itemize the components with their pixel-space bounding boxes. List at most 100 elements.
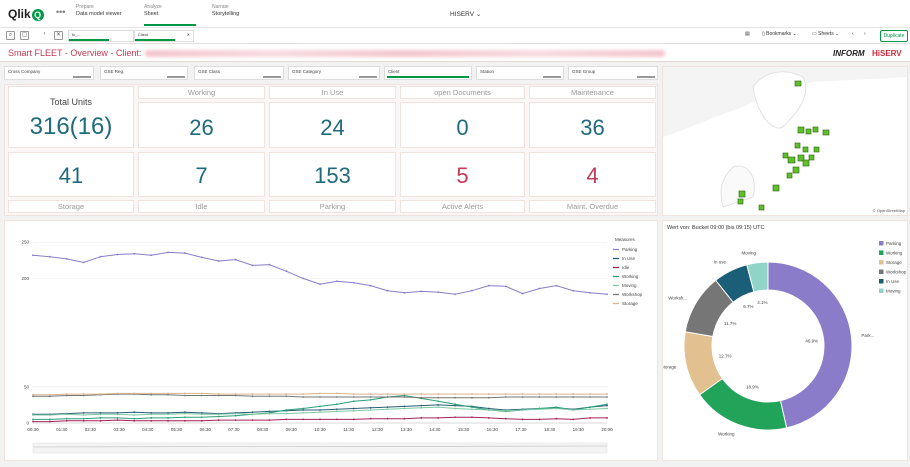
kpi-maintenance[interactable]: 36 bbox=[529, 102, 656, 148]
data-point bbox=[319, 392, 321, 395]
map-marker[interactable] bbox=[787, 156, 796, 164]
map-marker[interactable] bbox=[808, 154, 815, 161]
insights-icon[interactable]: ▤ bbox=[745, 31, 750, 37]
data-point bbox=[538, 418, 541, 421]
map-marker[interactable] bbox=[792, 166, 800, 174]
tab-prepare[interactable]: Prepare Data model viewer bbox=[76, 4, 122, 26]
kpi-working[interactable]: 26 bbox=[138, 102, 265, 148]
donut-chart-panel[interactable]: Wert von: Bucket 09:00 (bis 09:15) UTC 4… bbox=[661, 220, 909, 462]
data-point bbox=[319, 411, 321, 414]
x-tick-label: 00:30 bbox=[27, 427, 39, 432]
x-tick-label: 07:30 bbox=[228, 427, 240, 432]
tab-narrate[interactable]: Narrate Storytelling bbox=[212, 4, 239, 26]
next-sheet-icon[interactable]: › bbox=[864, 31, 866, 37]
app-name-dropdown[interactable]: HISERV ⌄ bbox=[450, 10, 481, 18]
map-marker[interactable] bbox=[758, 204, 765, 211]
data-point bbox=[99, 255, 102, 258]
kpi-idle[interactable]: 7 bbox=[138, 152, 265, 197]
filter-gse-class[interactable]: GSE Class bbox=[194, 66, 284, 80]
kpi-total-units[interactable]: Total Units 316(16) bbox=[8, 86, 134, 148]
data-point bbox=[437, 406, 440, 408]
map-marker[interactable] bbox=[802, 146, 809, 153]
filter-client[interactable]: Client bbox=[384, 66, 472, 80]
data-point bbox=[234, 258, 237, 261]
map-marker[interactable] bbox=[737, 198, 744, 205]
data-point bbox=[403, 291, 406, 294]
kpi-active-alerts[interactable]: 5 bbox=[400, 152, 525, 197]
kpi-in-use[interactable]: 24 bbox=[269, 102, 396, 148]
selection-chip-client[interactable]: Client ✕ bbox=[134, 30, 194, 42]
map-marker[interactable] bbox=[738, 190, 746, 198]
map-marker[interactable] bbox=[797, 126, 805, 134]
map-marker[interactable] bbox=[805, 128, 812, 135]
data-point bbox=[352, 281, 355, 284]
line-chart-panel[interactable]: 0 50 200 250 00:30 01:30 02:30 03:30 04:30 05:30 0… bbox=[4, 220, 658, 461]
range-selector bbox=[32, 442, 608, 454]
kpi-maint-overdue[interactable]: 4 bbox=[529, 152, 656, 197]
data-point bbox=[150, 417, 153, 419]
kpi-value: 41 bbox=[58, 163, 84, 188]
x-tick-label: 06:30 bbox=[200, 427, 212, 432]
data-point bbox=[335, 396, 338, 398]
data-point bbox=[403, 393, 406, 395]
data-point bbox=[521, 418, 524, 421]
map-marker[interactable] bbox=[794, 80, 802, 87]
selections-tool-icon[interactable]: ▢ bbox=[20, 31, 29, 40]
europe-map[interactable] bbox=[663, 67, 908, 216]
map-marker[interactable] bbox=[812, 126, 819, 133]
more-menu-icon[interactable]: ••• bbox=[56, 7, 65, 17]
map-marker[interactable] bbox=[794, 142, 801, 149]
bookmarks-button[interactable]: ▯ Bookmarks ⌄ bbox=[762, 31, 797, 37]
slice-percent-label: 18.9% bbox=[746, 385, 759, 390]
filter-station[interactable]: Station bbox=[476, 66, 564, 80]
tab-analyze[interactable]: Analyze Sheet bbox=[144, 4, 196, 26]
map-marker[interactable] bbox=[802, 159, 810, 167]
map-marker[interactable] bbox=[782, 152, 789, 159]
remove-selection-icon[interactable]: ✕ bbox=[187, 32, 190, 37]
filter-gse-reg[interactable]: GSE Reg. bbox=[100, 66, 188, 80]
data-point bbox=[538, 396, 541, 398]
duplicate-button[interactable]: Duplicate bbox=[880, 30, 908, 42]
data-point bbox=[504, 285, 507, 288]
data-point bbox=[65, 257, 68, 260]
data-point bbox=[420, 404, 423, 407]
data-point bbox=[200, 256, 203, 259]
legend-swatch bbox=[879, 288, 884, 293]
legend-swatch bbox=[879, 250, 884, 255]
kpi-open-documents[interactable]: 0 bbox=[400, 102, 525, 148]
data-point bbox=[116, 417, 119, 419]
map-marker[interactable] bbox=[822, 129, 830, 136]
kpi-storage[interactable]: 41 bbox=[8, 152, 134, 197]
back-icon[interactable]: ‹ bbox=[40, 31, 49, 40]
data-point bbox=[437, 396, 440, 399]
filter-gse-group[interactable]: GSE Group bbox=[568, 66, 658, 80]
map-marker[interactable] bbox=[813, 146, 820, 153]
x-tick-label: 03:30 bbox=[113, 427, 125, 432]
data-point bbox=[217, 260, 220, 262]
selection-chip-1[interactable]: fc_... bbox=[68, 30, 134, 42]
data-point bbox=[65, 393, 68, 395]
prev-sheet-icon[interactable]: ‹ bbox=[852, 31, 854, 37]
data-point bbox=[403, 405, 406, 408]
data-point bbox=[437, 291, 440, 294]
filter-gse-category[interactable]: GSE Category bbox=[288, 66, 380, 80]
line-chart[interactable]: 0 50 200 250 00:30 01:30 02:30 03:30 04:30 05:30 0… bbox=[5, 221, 659, 462]
data-point bbox=[184, 252, 186, 254]
data-point bbox=[555, 396, 558, 398]
qlik-logo[interactable]: Qlik Q bbox=[8, 7, 44, 21]
y-tick-label: 50 bbox=[24, 384, 30, 389]
sheets-button[interactable]: ▭ Sheets ⌄ bbox=[812, 31, 839, 37]
kpi-parking[interactable]: 153 bbox=[269, 152, 396, 197]
map-panel[interactable]: © OpenStreetMap bbox=[662, 66, 908, 216]
data-point bbox=[82, 417, 85, 420]
legend-item: Working bbox=[622, 274, 639, 279]
map-marker[interactable] bbox=[772, 184, 780, 192]
clear-selections-icon[interactable]: ✕ bbox=[54, 31, 63, 40]
donut-chart[interactable]: 46.9% Park... 18.9% Working 12.7% Storage 11.7… bbox=[661, 221, 909, 462]
smart-search-icon[interactable]: ⌕ bbox=[6, 31, 15, 40]
data-point bbox=[99, 419, 102, 422]
data-point bbox=[572, 418, 575, 421]
map-marker[interactable] bbox=[786, 172, 793, 179]
data-point bbox=[403, 407, 406, 410]
filter-cross-company[interactable]: Cross Company bbox=[4, 66, 94, 80]
